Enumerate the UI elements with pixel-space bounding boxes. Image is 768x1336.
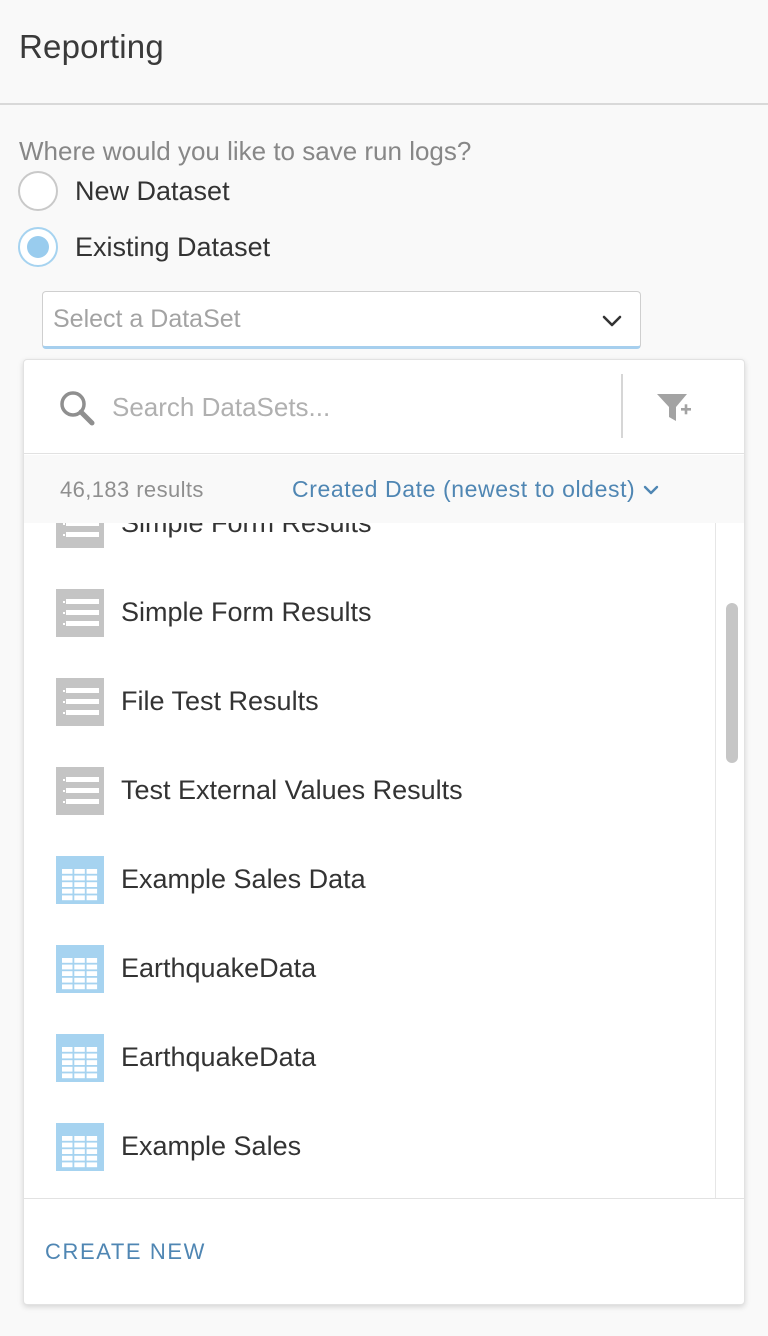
search-input[interactable] xyxy=(112,386,612,428)
table-dataset-icon xyxy=(56,855,104,904)
results-count: 46,183 results xyxy=(60,477,204,502)
scrollbar-thumb[interactable] xyxy=(726,603,738,763)
radio-label-existing-dataset: Existing Dataset xyxy=(75,231,271,262)
table-dataset-icon xyxy=(56,1122,104,1171)
dataset-list-item[interactable]: File Test Results xyxy=(24,657,716,746)
search-bar xyxy=(24,360,744,454)
dataset-name: Simple Form Results xyxy=(121,523,372,538)
dataset-name: Simple Form Results xyxy=(121,597,372,627)
table-dataset-icon xyxy=(56,1033,104,1082)
radio-existing-dataset[interactable]: Existing Dataset xyxy=(18,227,270,267)
add-filter-icon[interactable] xyxy=(654,390,694,426)
radio-label-new-dataset: New Dataset xyxy=(75,175,230,206)
header: Reporting xyxy=(0,0,768,105)
sort-label: Created Date (newest to oldest) xyxy=(292,476,636,502)
dataset-list-items: Simple Form Results Simple Form Results … xyxy=(24,523,716,1191)
form-dataset-icon xyxy=(56,766,104,815)
dataset-list-item[interactable]: Test External Values Results xyxy=(24,746,716,835)
chevron-down-icon xyxy=(602,315,622,327)
dataset-list-item[interactable]: Example Sales Data xyxy=(24,835,716,924)
reporting-panel: Reporting Where would you like to save r… xyxy=(0,0,768,1336)
dataset-list[interactable]: Simple Form Results Simple Form Results … xyxy=(24,523,744,1199)
dataset-name: EarthquakeData xyxy=(121,953,317,983)
dataset-name: EarthquakeData xyxy=(121,1042,317,1072)
save-location-question: Where would you like to save run logs? xyxy=(19,136,472,166)
chevron-down-icon xyxy=(644,485,659,494)
dataset-list-item[interactable]: Simple Form Results xyxy=(24,568,716,657)
form-dataset-icon xyxy=(56,523,104,548)
form-dataset-icon xyxy=(56,677,104,726)
sort-dropdown[interactable]: Created Date (newest to oldest) xyxy=(292,476,659,503)
dataset-list-item[interactable]: Example Sales xyxy=(24,1102,716,1191)
page-title: Reporting xyxy=(19,28,164,65)
dataset-name: Test External Values Results xyxy=(121,775,463,805)
radio-new-dataset[interactable]: New Dataset xyxy=(18,171,230,211)
radio-button-existing-dataset[interactable] xyxy=(18,227,58,267)
radio-button-new-dataset[interactable] xyxy=(18,171,58,211)
create-new-button[interactable]: CREATE NEW xyxy=(45,1239,206,1265)
results-bar: 46,183 results Created Date (newest to o… xyxy=(24,455,744,523)
dataset-list-item[interactable]: EarthquakeData xyxy=(24,1013,716,1102)
table-dataset-icon xyxy=(56,944,104,993)
dataset-name: Example Sales xyxy=(121,1131,302,1161)
search-divider xyxy=(621,374,623,438)
dataset-select[interactable]: Select a DataSet xyxy=(42,291,641,349)
dataset-name: File Test Results xyxy=(121,686,319,716)
dataset-list-item[interactable]: EarthquakeData xyxy=(24,924,716,1013)
dataset-select-placeholder: Select a DataSet xyxy=(53,305,241,333)
form-dataset-icon xyxy=(56,588,104,637)
dataset-name: Example Sales Data xyxy=(121,864,366,894)
dataset-dropdown: 46,183 results Created Date (newest to o… xyxy=(23,359,745,1305)
search-icon xyxy=(60,391,95,426)
dataset-list-item[interactable]: Simple Form Results xyxy=(24,523,716,568)
scrollbar[interactable] xyxy=(715,523,744,1198)
